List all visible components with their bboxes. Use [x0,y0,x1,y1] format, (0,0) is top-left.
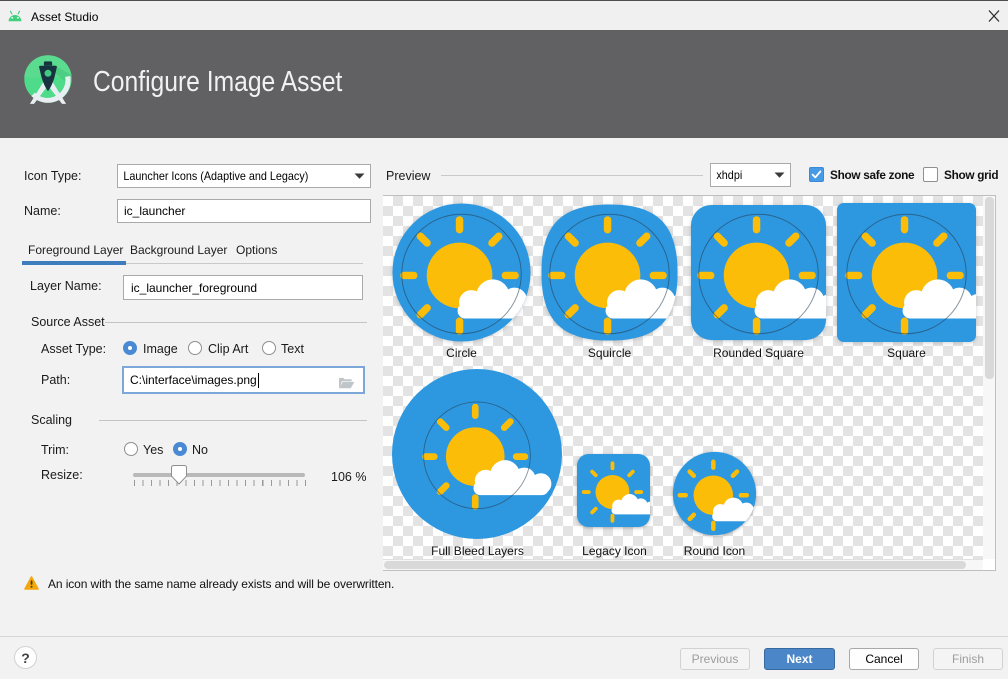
vertical-scrollbar-thumb[interactable] [985,197,994,379]
trim-radio-no[interactable] [173,442,187,456]
active-tab-underline [22,261,126,265]
android-studio-logo [24,55,72,105]
trim-yes-label: Yes [143,443,163,457]
asset-type-radio-text[interactable] [262,341,276,355]
layer-name-input[interactable]: ic_launcher_foreground [123,275,363,300]
name-input[interactable]: ic_launcher [117,199,371,223]
preview-icon-label: Square [836,346,977,360]
chevron-down-icon [348,173,370,179]
preview-icon-label: Squircle [539,346,680,360]
preview-divider [441,175,703,176]
resize-label: Resize: [41,468,83,482]
asset-type-text-label: Text [281,342,304,356]
next-button[interactable]: Next [764,648,835,670]
layer-name-value: ic_launcher_foreground [131,281,257,295]
preview-icon-circle [391,202,532,343]
dialog-title: Configure Image Asset [93,66,342,99]
android-logo-icon [7,10,23,22]
preview-icon-label: Round Icon [644,544,785,558]
show-grid-label: Show grid [944,168,998,182]
text-caret [258,373,259,388]
preview-icon-square [836,202,977,343]
previous-button[interactable]: Previous [680,648,750,670]
asset-type-radio-image[interactable] [123,341,137,355]
close-icon [982,5,1006,27]
asset-type-radio-clipart[interactable] [188,341,202,355]
icon-type-value: Launcher Icons (Adaptive and Legacy) [118,169,325,183]
trim-radio-yes[interactable] [124,442,138,456]
scaling-section-label: Scaling [31,413,72,427]
show-safe-zone-checkbox[interactable] [809,167,824,182]
horizontal-scrollbar-thumb[interactable] [384,561,966,569]
header-banner: Configure Image Asset [0,30,1008,138]
density-chevron-down-icon [768,172,790,178]
trim-no-label: No [192,443,208,457]
tab-options[interactable]: Options [236,243,277,257]
folder-browse-icon[interactable] [339,377,355,389]
preview-icon-label: Rounded Square [688,346,829,360]
help-label: ? [21,650,30,666]
window-title: Asset Studio [31,10,98,24]
source-asset-divider [105,322,367,323]
name-value: ic_launcher [124,204,185,218]
preview-icon-round [672,451,757,536]
tab-foreground-layer[interactable]: Foreground Layer [28,243,123,257]
check-icon [810,168,823,181]
window-titlebar: Asset Studio [0,0,1008,30]
source-asset-section-label: Source Asset [31,315,105,329]
path-value: C:\interface\images.png [124,373,257,387]
preview-icon-label: Full Bleed Layers [407,544,548,558]
asset-type-clipart-label: Clip Art [208,342,248,356]
path-input[interactable]: C:\interface\images.png [122,366,365,394]
show-safe-zone-label: Show safe zone [830,168,914,182]
warning-text: An icon with the same name already exist… [48,577,394,591]
scaling-divider [99,420,367,421]
preview-icon-full-bleed [392,369,562,539]
tab-background-layer[interactable]: Background Layer [130,243,227,257]
density-value: xhdpi [711,168,762,182]
preview-label: Preview [386,169,430,183]
show-grid-checkbox[interactable] [923,167,938,182]
close-button[interactable] [982,5,1006,27]
path-label: Path: [41,373,70,387]
footer-divider [0,636,1008,637]
density-dropdown[interactable]: xhdpi [710,163,791,187]
icon-type-dropdown[interactable]: Launcher Icons (Adaptive and Legacy) [117,164,371,188]
trim-label: Trim: [41,443,69,457]
asset-type-image-label: Image [143,342,178,356]
icon-type-label: Icon Type: [24,169,81,183]
layer-name-label: Layer Name: [30,279,102,293]
preview-icon-squircle [539,202,680,343]
resize-slider-thumb[interactable] [171,465,187,485]
help-button[interactable]: ? [14,646,37,669]
resize-slider-track[interactable] [133,473,305,477]
preview-icon-rounded-square [688,202,829,343]
name-label: Name: [24,204,61,218]
preview-icon-legacy [577,454,650,527]
resize-slider-ticks [134,480,306,486]
resize-value: 106 % [331,470,366,484]
preview-icon-label: Circle [391,346,532,360]
finish-button[interactable]: Finish [933,648,1003,670]
asset-type-label: Asset Type: [41,342,106,356]
cancel-button[interactable]: Cancel [849,648,919,670]
warning-icon [24,576,39,590]
